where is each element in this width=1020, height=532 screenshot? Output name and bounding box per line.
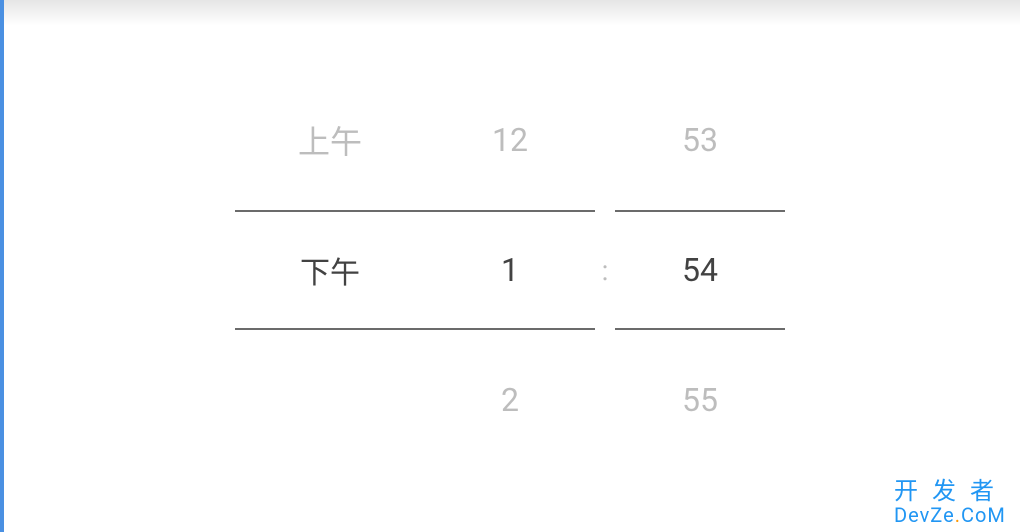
- time-separator: :: [595, 70, 615, 470]
- hour-selected[interactable]: 1: [425, 210, 595, 330]
- left-accent-bar: [0, 0, 4, 532]
- ampm-current-label: 下午: [300, 248, 360, 292]
- watermark-line1: 开发者: [894, 478, 1008, 504]
- minute-wheel[interactable]: 53 54 55: [615, 70, 785, 470]
- watermark: 开发者 DevZe.CoM: [894, 478, 1008, 526]
- minute-next[interactable]: 55: [615, 330, 785, 470]
- watermark-post: CoM: [961, 503, 1006, 527]
- hour-wheel[interactable]: 12 1 2: [425, 70, 595, 470]
- minute-prev[interactable]: 53: [615, 70, 785, 210]
- hour-prev[interactable]: 12: [425, 70, 595, 210]
- watermark-pre: DevZe: [894, 503, 955, 527]
- ampm-selected[interactable]: 下午: [235, 210, 425, 330]
- minute-selected[interactable]: 54: [615, 210, 785, 330]
- ampm-next[interactable]: [235, 330, 425, 470]
- time-picker: 上午 下午 12 1 2 : 53 54 55: [235, 70, 785, 470]
- top-shadow: [0, 0, 1020, 26]
- watermark-line2: DevZe.CoM: [894, 504, 1008, 526]
- hour-next[interactable]: 2: [425, 330, 595, 470]
- ampm-prev[interactable]: 上午: [235, 70, 425, 210]
- ampm-wheel[interactable]: 上午 下午: [235, 70, 425, 470]
